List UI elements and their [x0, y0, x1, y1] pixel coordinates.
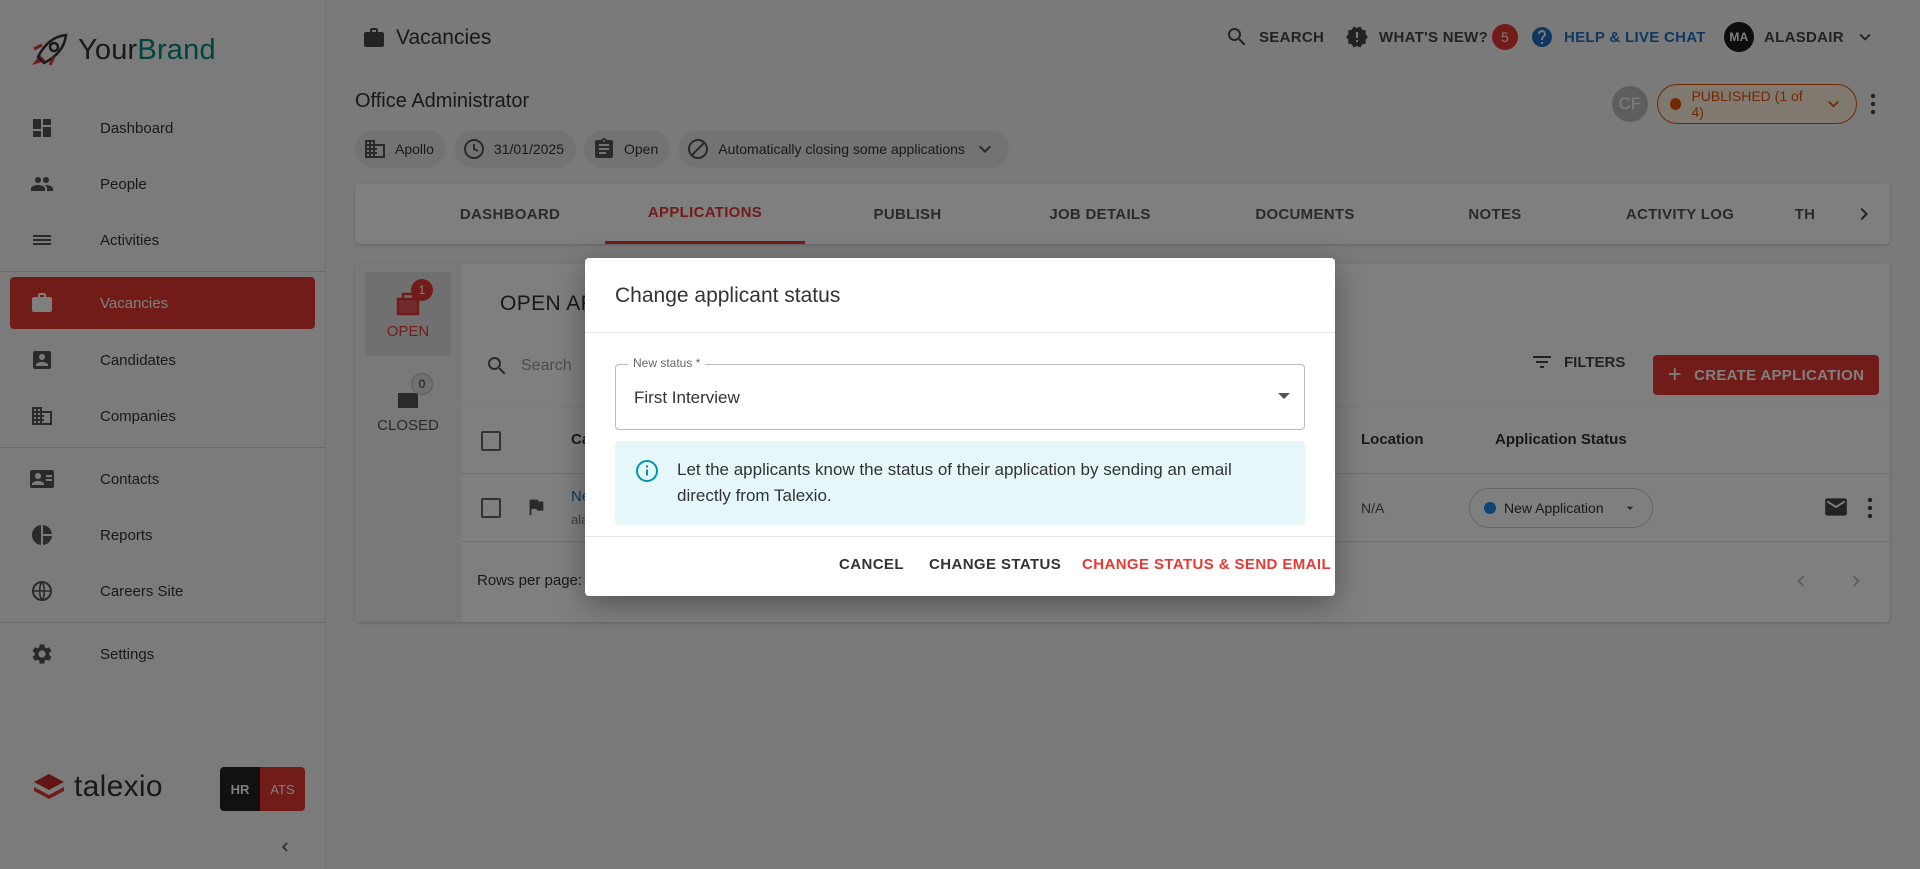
new-status-label: New status *	[628, 356, 706, 370]
new-status-value: First Interview	[634, 388, 740, 407]
change-status-dialog: Change applicant status New status * Fir…	[585, 258, 1335, 596]
info-text: Let the applicants know the status of th…	[677, 460, 1232, 505]
cancel-button[interactable]: CANCEL	[839, 556, 904, 573]
dialog-title: Change applicant status	[615, 284, 841, 307]
change-status-send-email-button[interactable]: CHANGE STATUS & SEND EMAIL	[1082, 556, 1331, 573]
dialog-divider	[585, 332, 1335, 333]
change-status-button[interactable]: CHANGE STATUS	[929, 556, 1061, 573]
info-alert: Let the applicants know the status of th…	[615, 441, 1305, 525]
caret-down-icon	[1278, 393, 1290, 399]
info-icon	[636, 460, 658, 482]
dialog-actions: CANCEL CHANGE STATUS CHANGE STATUS & SEN…	[585, 536, 1335, 596]
new-status-select[interactable]: New status * First Interview	[615, 356, 1305, 430]
